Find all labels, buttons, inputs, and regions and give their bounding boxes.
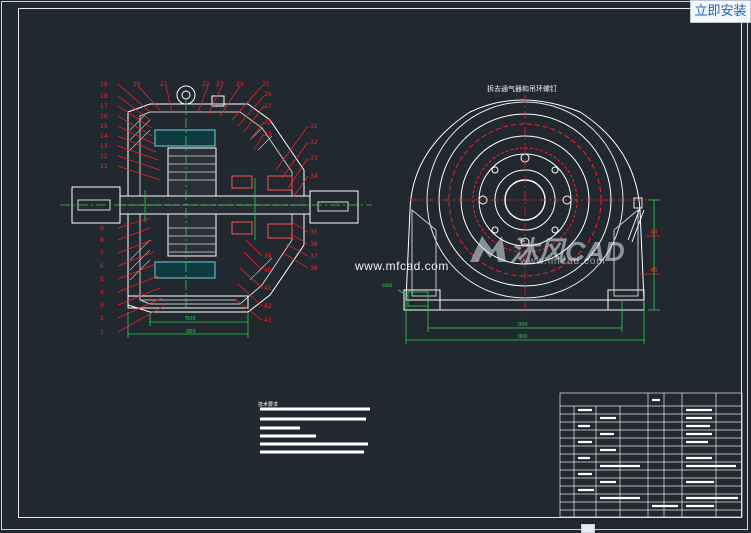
svg-text:36: 36 <box>310 241 318 248</box>
svg-text:40: 40 <box>264 267 272 274</box>
svg-text:13: 13 <box>100 143 108 150</box>
svg-text:0000: 0000 <box>382 283 393 288</box>
svg-text:4: 4 <box>100 289 104 296</box>
svg-text:000: 000 <box>186 316 196 322</box>
svg-text:15: 15 <box>100 123 108 130</box>
cad-drawing-canvas: 000 000 19 18 17 16 15 14 13 12 11 9 8 7… <box>0 0 751 533</box>
svg-text:17: 17 <box>100 103 108 110</box>
svg-text:38: 38 <box>310 265 318 272</box>
svg-text:39: 39 <box>264 253 272 260</box>
svg-text:29: 29 <box>264 131 272 138</box>
svg-text:18: 18 <box>100 93 108 100</box>
svg-text:24: 24 <box>236 81 244 88</box>
svg-text:000: 000 <box>518 322 528 328</box>
svg-text:28: 28 <box>264 119 272 126</box>
svg-text:43: 43 <box>264 317 272 324</box>
svg-text:33: 33 <box>310 155 318 162</box>
svg-text:32: 32 <box>310 139 318 146</box>
svg-text:20: 20 <box>133 81 141 88</box>
svg-text:41: 41 <box>264 285 272 292</box>
svg-text:000: 000 <box>186 329 196 335</box>
svg-text:14: 14 <box>100 133 108 140</box>
end-view-title: 拆去通气器和吊环螺钉 <box>487 85 557 93</box>
svg-text:25: 25 <box>262 81 270 88</box>
svg-text:3: 3 <box>100 302 104 309</box>
svg-text:6: 6 <box>100 263 104 270</box>
svg-text:26: 26 <box>264 91 272 98</box>
end-view <box>403 99 645 311</box>
svg-text:1: 1 <box>100 329 104 336</box>
svg-text:9: 9 <box>100 225 104 232</box>
technical-notes: 技术要求 <box>258 401 373 410</box>
svg-text:34: 34 <box>310 173 318 180</box>
svg-text:5: 5 <box>100 276 104 283</box>
svg-text:23: 23 <box>216 81 224 88</box>
svg-text:31: 31 <box>310 123 318 130</box>
output-shaft <box>309 190 359 224</box>
watermark-logo-url: www.mfcad.com <box>520 256 606 267</box>
watermark-url: www.mfcad.com <box>355 259 449 273</box>
svg-text:000: 000 <box>518 334 528 340</box>
svg-text:12: 12 <box>100 153 108 160</box>
svg-text:42: 42 <box>264 303 272 310</box>
svg-text:2: 2 <box>100 315 104 322</box>
notes-title: 技术要求 <box>258 402 279 408</box>
svg-text:7: 7 <box>100 250 104 257</box>
sectional-view <box>71 85 359 313</box>
svg-text:8: 8 <box>100 237 104 244</box>
svg-text:37: 37 <box>310 253 318 260</box>
end-view-centerlines <box>410 95 648 315</box>
svg-text:27: 27 <box>264 103 272 110</box>
svg-text:19: 19 <box>100 81 108 88</box>
install-button[interactable]: 立即安装 <box>690 0 751 23</box>
svg-text:45: 45 <box>650 267 658 274</box>
notes-lines <box>260 407 370 454</box>
svg-text:35: 35 <box>310 229 318 236</box>
svg-text:11: 11 <box>100 163 108 170</box>
title-block-text <box>578 398 738 508</box>
svg-text:16: 16 <box>100 113 108 120</box>
svg-text:44: 44 <box>650 229 658 236</box>
corner-tab[interactable] <box>581 524 595 533</box>
svg-text:21: 21 <box>160 81 168 88</box>
svg-text:22: 22 <box>202 81 210 88</box>
